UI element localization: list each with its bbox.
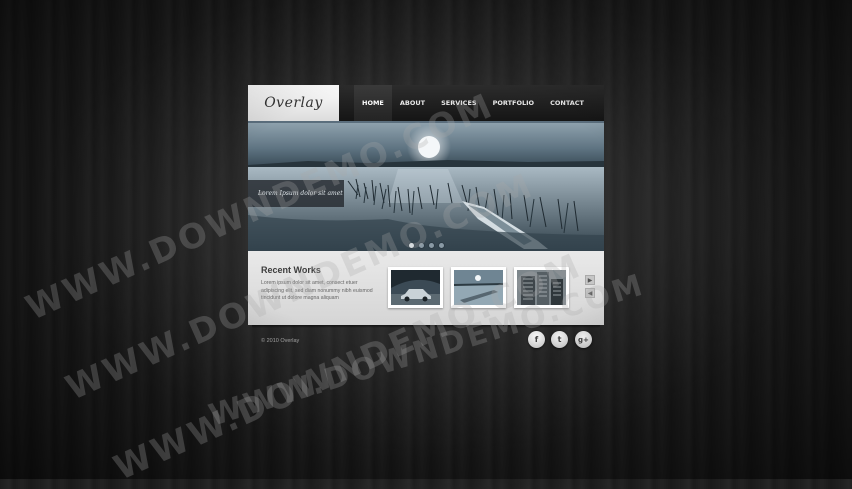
facebook-icon[interactable]: f bbox=[528, 331, 545, 348]
slider-dot-1[interactable] bbox=[408, 242, 415, 249]
lake-image bbox=[454, 270, 503, 305]
car-image bbox=[391, 270, 440, 305]
previous-arrow-button[interactable]: ◀ bbox=[585, 288, 595, 298]
twitter-icon[interactable]: t bbox=[551, 331, 568, 348]
nav-item-portfolio[interactable]: PORTFOLIO bbox=[485, 85, 543, 121]
thumbnail-car[interactable] bbox=[388, 267, 443, 308]
header: Overlay HOME ABOUT SERVICES PORTFOLIO CO… bbox=[248, 85, 604, 122]
hero-slider: Lorem Ipsum dolor sit amet bbox=[248, 121, 604, 253]
slide-caption: Lorem Ipsum dolor sit amet bbox=[248, 180, 344, 207]
logo-text: Overlay bbox=[264, 95, 323, 111]
thumbnail-moonlit-lake[interactable] bbox=[451, 267, 506, 308]
footer: © 2010 Overlay f t g+ bbox=[248, 325, 604, 358]
nav-item-home[interactable]: HOME bbox=[354, 85, 392, 121]
recent-works-title: Recent Works bbox=[261, 265, 321, 275]
arrow-left-icon: ◀ bbox=[587, 290, 593, 297]
nav-item-about[interactable]: ABOUT bbox=[392, 85, 433, 121]
nav-item-contact[interactable]: CONTACT bbox=[542, 85, 592, 121]
twitter-glyph: t bbox=[557, 335, 562, 344]
google-plus-icon[interactable]: g+ bbox=[575, 331, 592, 348]
thumbnail-buildings[interactable] bbox=[514, 267, 569, 308]
slider-dot-2[interactable] bbox=[418, 242, 425, 249]
slide-caption-text: Lorem Ipsum dolor sit amet bbox=[258, 190, 343, 197]
facebook-glyph: f bbox=[534, 335, 539, 344]
slider-dot-4[interactable] bbox=[438, 242, 445, 249]
main-nav: HOME ABOUT SERVICES PORTFOLIO CONTACT bbox=[354, 85, 592, 121]
slider-dot-3[interactable] bbox=[428, 242, 435, 249]
next-arrow-button[interactable]: ▶ bbox=[585, 275, 595, 285]
website-template: Overlay HOME ABOUT SERVICES PORTFOLIO CO… bbox=[248, 85, 604, 358]
footer-shadow bbox=[252, 325, 600, 328]
logo[interactable]: Overlay bbox=[248, 85, 339, 121]
copyright-text: © 2010 Overlay bbox=[261, 338, 300, 344]
recent-works-section: Recent Works Lorem ipsum dolor sit amet,… bbox=[248, 251, 604, 325]
slider-pagination bbox=[408, 242, 445, 249]
nav-item-services[interactable]: SERVICES bbox=[433, 85, 484, 121]
arrow-right-icon: ▶ bbox=[587, 277, 593, 284]
google-plus-glyph: g+ bbox=[578, 335, 589, 344]
buildings-image bbox=[517, 270, 566, 305]
recent-works-description: Lorem ipsum dolor sit amet, consect etue… bbox=[261, 280, 373, 301]
